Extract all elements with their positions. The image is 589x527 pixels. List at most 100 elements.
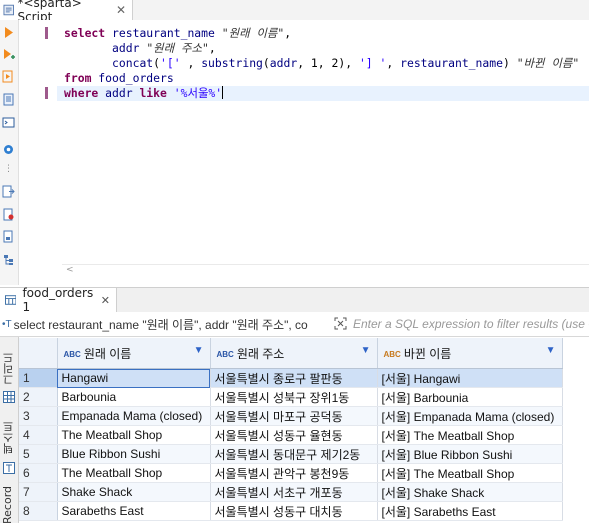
text-view-icon[interactable] (3, 462, 15, 474)
string-type-icon: ABC (63, 349, 81, 359)
code-token: '] ' (358, 56, 387, 70)
cell-new-name[interactable]: [서울] Hangawi (377, 368, 563, 388)
cell-original-address[interactable]: 서울특별시 마포구 공덕동 (210, 406, 378, 426)
grid-icon[interactable] (3, 391, 15, 403)
cell-original-address[interactable]: 서울특별시 서초구 개포동 (210, 482, 378, 502)
sort-arrow-icon[interactable]: ▼ (546, 345, 556, 356)
table-row[interactable]: 1 Hangawi 서울특별시 종로구 팔판동 [서울] Hangawi (19, 368, 589, 388)
close-icon[interactable]: ✕ (116, 3, 126, 17)
cell-original-address[interactable]: 서울특별시 성동구 대치동 (210, 501, 378, 521)
expand-filter-icon[interactable] (334, 317, 347, 330)
code-token: , (180, 56, 202, 70)
cell-original-name[interactable]: Shake Shack (57, 482, 211, 502)
code-line[interactable]: from food_orders (64, 71, 174, 86)
code-token: substring (201, 56, 263, 70)
filter-input[interactable]: Enter a SQL expression to filter results… (353, 312, 589, 336)
table-row[interactable]: 5 Blue Ribbon Sushi 서울특별시 동대문구 제기2동 [서울] Bl… (19, 444, 589, 464)
cell-original-name[interactable]: The Meatball Shop (57, 425, 211, 445)
code-line[interactable]: select restaurant_name "원래 이름", (64, 26, 291, 41)
code-token: , (386, 56, 401, 70)
sort-arrow-icon[interactable]: ▼ (194, 345, 204, 356)
cell-original-address[interactable]: 서울특별시 성북구 장위1동 (210, 387, 378, 407)
code-line[interactable]: where addr like '%서울%' (64, 86, 224, 101)
row-number[interactable]: 4 (19, 425, 58, 445)
row-number[interactable]: 8 (19, 501, 58, 521)
scroll-left-arrow[interactable]: < (66, 265, 74, 275)
code-token: '[' (160, 56, 181, 70)
row-number[interactable]: 3 (19, 406, 58, 426)
code-token: , (284, 26, 292, 40)
table-row[interactable]: 2 Barbounia 서울특별시 성북구 장위1동 [서울] Barbounia (19, 387, 589, 407)
script-tab[interactable]: *<sparta> Script ✕ (0, 0, 133, 24)
cell-new-name[interactable]: [서울] Blue Ribbon Sushi (377, 444, 563, 464)
cell-original-address[interactable]: 서울특별시 성동구 율현동 (210, 425, 378, 445)
tab-text[interactable]: 텍스트 (1, 415, 17, 461)
cell-new-name[interactable]: [서울] The Meatball Shop (377, 425, 563, 445)
cell-original-name[interactable]: Hangawi (57, 368, 211, 388)
column-header[interactable]: ABC 원래 주소 ▼ (210, 338, 378, 369)
cell-original-address[interactable]: 서울특별시 동대문구 제기2동 (210, 444, 378, 464)
horizontal-scrollbar[interactable]: < (62, 264, 589, 279)
code-line[interactable]: addr "원래 주소", (64, 41, 216, 56)
cell-original-name[interactable]: Blue Ribbon Sushi (57, 444, 211, 464)
code-token: ( (153, 56, 161, 70)
outline-icon[interactable] (2, 253, 15, 266)
table-row[interactable]: 6 The Meatball Shop 서울특별시 관악구 봉천9동 [서울] The… (19, 463, 589, 483)
settings-gear-icon[interactable] (2, 143, 15, 156)
empty-header (562, 338, 589, 369)
string-type-icon: ABC (216, 349, 234, 359)
cell-new-name[interactable]: [서울] Empanada Mama (closed) (377, 406, 563, 426)
cell-original-name[interactable]: Empanada Mama (closed) (57, 406, 211, 426)
terminal-icon[interactable] (2, 116, 15, 129)
tab-food-orders-1[interactable]: food_orders 1 ✕ (0, 286, 117, 314)
column-header[interactable]: ABC 바뀐 이름 ▼ (377, 338, 563, 369)
load-script-icon[interactable] (2, 208, 15, 221)
execute-statement-icon[interactable] (2, 26, 15, 39)
table-row[interactable]: 8 Sarabeths East 서울특별시 성동구 대치동 [서울] Sarabet… (19, 501, 589, 521)
cell-new-name[interactable]: [서울] The Meatball Shop (377, 463, 563, 483)
table-row[interactable]: 4 The Meatball Shop 서울특별시 성동구 율현동 [서울] The … (19, 425, 589, 445)
sort-arrow-icon[interactable]: ▼ (361, 345, 371, 356)
cell-new-name[interactable]: [서울] Barbounia (377, 387, 563, 407)
code-token: ( (262, 56, 270, 70)
editor-tab-bar: *<sparta> Script ✕ (0, 0, 589, 24)
cell-original-name[interactable]: The Meatball Shop (57, 463, 211, 483)
row-number[interactable]: 1 (19, 368, 58, 388)
cell-original-name[interactable]: Barbounia (57, 387, 211, 407)
export-icon[interactable] (2, 185, 15, 198)
code-token: select (64, 26, 113, 40)
close-icon[interactable]: ✕ (101, 294, 110, 307)
row-number[interactable]: 6 (19, 463, 58, 483)
tab-grid[interactable]: 그리드 (1, 347, 17, 391)
column-header[interactable]: ABC 원래 이름 ▼ (57, 338, 211, 369)
row-number-header[interactable] (19, 338, 58, 369)
code-token: restaurant_name (400, 56, 503, 70)
execute-script-icon[interactable] (2, 70, 15, 83)
code-token: food_orders (98, 71, 174, 85)
execute-in-new-tab-icon[interactable] (2, 48, 15, 61)
cell-new-name[interactable]: [서울] Sarabeths East (377, 501, 563, 521)
row-number[interactable]: 5 (19, 444, 58, 464)
code-line[interactable]: concat('[' , substring(addr, 1, 2), '] '… (64, 56, 579, 71)
code-token: "원래 주소" (146, 41, 209, 55)
result-view-tabs: 그리드 텍스트 Record (0, 337, 19, 524)
code-token: addr (269, 56, 298, 70)
cell-original-name[interactable]: Sarabeths East (57, 501, 211, 521)
results-grid[interactable]: ABC 원래 이름 ▼ ABC 원래 주소 ▼ ABC 바뀐 이름 ▼ 1 Hangawi 서울… (19, 338, 589, 523)
code-token: , (208, 41, 216, 55)
row-number[interactable]: 7 (19, 482, 58, 502)
table-row[interactable]: 3 Empanada Mama (closed) 서울특별시 마포구 공덕동 [서울]… (19, 406, 589, 426)
table-row[interactable]: 7 Shake Shack 서울특별시 서초구 개포동 [서울] Shake Shac… (19, 482, 589, 502)
cell-original-address[interactable]: 서울특별시 관악구 봉천9동 (210, 463, 378, 483)
tab-record[interactable]: Record (1, 482, 17, 527)
editor-toolbar: ⋮ (0, 20, 19, 285)
cell-original-address[interactable]: 서울특별시 종로구 팔판동 (210, 368, 378, 388)
row-number[interactable]: 2 (19, 387, 58, 407)
explain-plan-icon[interactable] (2, 93, 15, 106)
column-header-label: 원래 이름 (83, 346, 132, 361)
save-script-icon[interactable] (2, 230, 15, 243)
more-icon[interactable]: ⋮ (2, 164, 15, 177)
code-token: like (139, 86, 174, 100)
cell-new-name[interactable]: [서울] Shake Shack (377, 482, 563, 502)
